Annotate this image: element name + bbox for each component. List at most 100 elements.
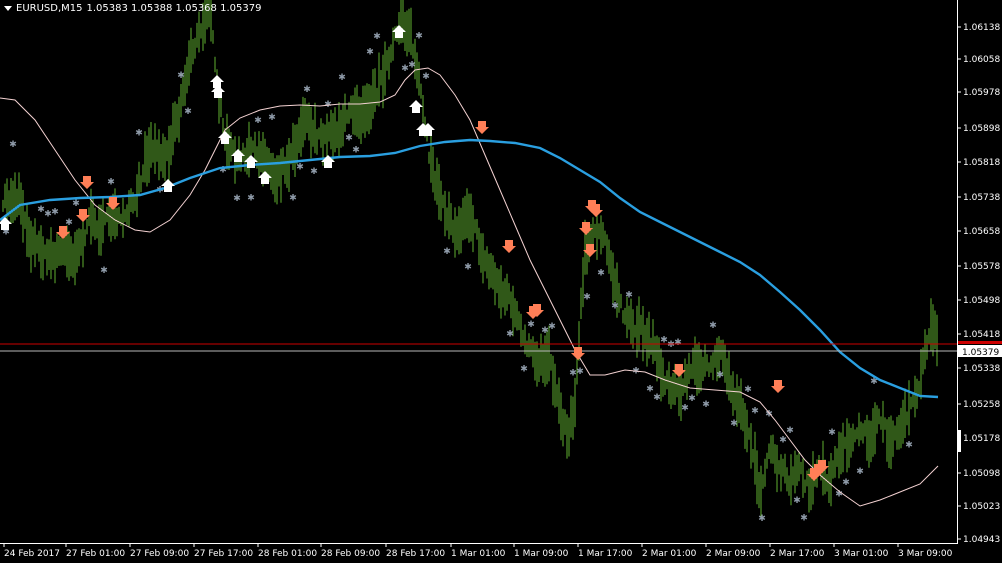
time-axis[interactable]: 24 Feb 2017 27 Feb 01:00 27 Feb 09:00 27 Fe… (3, 543, 953, 559)
star-marker: ✱ (856, 467, 864, 477)
star-marker: ✱ (107, 178, 115, 188)
star-marker: ✱ (611, 302, 619, 312)
sell-arrow-icon (571, 347, 585, 360)
current-price-label: 1.05379 (962, 348, 999, 358)
scroll-marker[interactable] (958, 430, 961, 452)
buy-arrow-icon (218, 131, 232, 144)
time-tick-label: 27 Feb 09:00 (130, 549, 189, 559)
star-marker: ✱ (597, 268, 605, 278)
star-marker: ✱ (373, 32, 381, 42)
time-tick-label: 2 Mar 17:00 (770, 549, 825, 559)
star-marker: ✱ (9, 140, 17, 150)
star-marker: ✱ (828, 428, 836, 438)
sell-arrow-icon (56, 226, 70, 239)
price-tick-label: 1.05498 (963, 296, 1000, 306)
star-marker: ✱ (135, 129, 143, 139)
current-price-tag: 1.05379 (958, 345, 1002, 358)
signal-arrows (0, 25, 829, 481)
star-marker: ✱ (716, 370, 724, 380)
star-marker: ✱ (702, 400, 710, 410)
star-marker: ✱ (625, 291, 633, 301)
star-marker: ✱ (51, 207, 59, 217)
star-marker: ✱ (576, 367, 584, 377)
star-marker: ✱ (674, 338, 682, 348)
price-tick-label: 1.05023 (963, 502, 1000, 512)
star-marker: ✱ (765, 410, 773, 420)
price-tick-label: 1.06138 (963, 23, 1000, 33)
star-marker: ✱ (72, 199, 80, 209)
star-marker: ✱ (366, 48, 374, 58)
buy-arrow-icon (392, 25, 406, 38)
ohlc-values: 1.05383 1.05388 1.05368 1.05379 (86, 3, 262, 14)
time-tick-label: 24 Feb 2017 (4, 549, 60, 559)
price-tick-label: 1.05258 (963, 400, 1000, 410)
chart-window[interactable]: EURUSD,M15 1.05383 1.05388 1.05368 1.053… (0, 0, 1002, 563)
star-marker: ✱ (464, 262, 472, 272)
price-tick-label: 1.05098 (963, 469, 1000, 479)
sell-arrow-icon (80, 176, 94, 189)
buy-arrow-icon (258, 171, 272, 184)
star-marker: ✱ (352, 145, 360, 155)
star-marker: ✱ (583, 292, 591, 302)
star-marker: ✱ (289, 193, 297, 203)
star-marker: ✱ (443, 247, 451, 257)
time-tick-label: 27 Feb 17:00 (194, 549, 253, 559)
price-tick-label: 1.04943 (963, 535, 1000, 545)
star-marker: ✱ (254, 116, 262, 126)
price-tick-label: 1.05338 (963, 364, 1000, 374)
time-tick-label: 28 Feb 01:00 (258, 549, 317, 559)
time-tick-label: 27 Feb 01:00 (66, 549, 125, 559)
star-marker: ✱ (345, 133, 353, 143)
star-marker: ✱ (422, 72, 430, 82)
time-tick-label: 1 Mar 01:00 (451, 549, 506, 559)
star-marker: ✱ (653, 393, 661, 403)
price-tick-label: 1.05578 (963, 262, 1000, 272)
star-marker: ✱ (520, 365, 528, 375)
price-tick-label: 1.05818 (963, 158, 1000, 168)
star-marker: ✱ (506, 329, 514, 339)
chevron-down-icon[interactable] (4, 6, 12, 11)
price-bars (2, 0, 938, 518)
symbol-timeframe: EURUSD,M15 (16, 3, 83, 14)
time-tick-label: 2 Mar 09:00 (706, 549, 761, 559)
price-tick-label: 1.06058 (963, 55, 1000, 65)
star-marker: ✱ (184, 107, 192, 117)
star-marker: ✱ (779, 436, 787, 446)
star-marker: ✱ (100, 266, 108, 276)
price-tick-label: 1.05978 (963, 88, 1000, 98)
time-tick-label: 1 Mar 09:00 (514, 549, 569, 559)
star-marker: ✱ (758, 514, 766, 524)
time-tick-label: 3 Mar 01:00 (834, 549, 889, 559)
star-marker: ✱ (905, 440, 913, 450)
time-tick-label: 28 Feb 17:00 (386, 549, 445, 559)
star-marker: ✱ (338, 73, 346, 83)
sell-arrow-icon (475, 121, 489, 134)
price-tick-label: 1.05178 (963, 434, 1000, 444)
price-tick-label: 1.05418 (963, 330, 1000, 340)
sell-arrow-icon (106, 197, 120, 210)
star-marker: ✱ (800, 514, 808, 524)
star-marker: ✱ (268, 113, 276, 123)
star-marker: ✱ (744, 385, 752, 395)
time-tick-label: 28 Feb 09:00 (321, 549, 380, 559)
sell-arrow-icon (502, 240, 516, 253)
star-marker: ✱ (730, 419, 738, 429)
star-marker: ✱ (793, 496, 801, 506)
bid-price-marker (958, 341, 1002, 344)
star-marker: ✱ (709, 321, 717, 331)
price-chart[interactable]: ✱ ✱ ✱ ✱ ✱ ✱ ✱ ✱ ✱ ✱ ✱ ✱ ✱ ✱ ✱ ✱ ✱ ✱ ✱ ✱ ✱ ✱ ✱ ✱ ✱ ✱ ✱ ✱ ✱ ✱ ✱ ✱ ✱ ✱ ✱ ✱ ✱ ✱ ✱ ✱… (0, 0, 1002, 563)
star-marker: ✱ (688, 394, 696, 404)
time-tick-label: 1 Mar 17:00 (578, 549, 633, 559)
star-marker: ✱ (233, 194, 241, 204)
price-axis[interactable]: 1.06138 1.06058 1.05978 1.05898 1.05818 1.057… (957, 23, 1000, 545)
buy-arrow-icon (409, 100, 423, 113)
star-marker: ✱ (527, 320, 535, 330)
star-marker: ✱ (786, 426, 794, 436)
star-marker: ✱ (177, 71, 185, 81)
star-marker: ✱ (548, 322, 556, 332)
sell-arrow-icon (672, 364, 686, 377)
star-marker: ✱ (247, 193, 255, 203)
star-marker: ✱ (303, 85, 311, 95)
star-marker: ✱ (751, 407, 759, 417)
time-tick-label: 3 Mar 09:00 (898, 549, 953, 559)
